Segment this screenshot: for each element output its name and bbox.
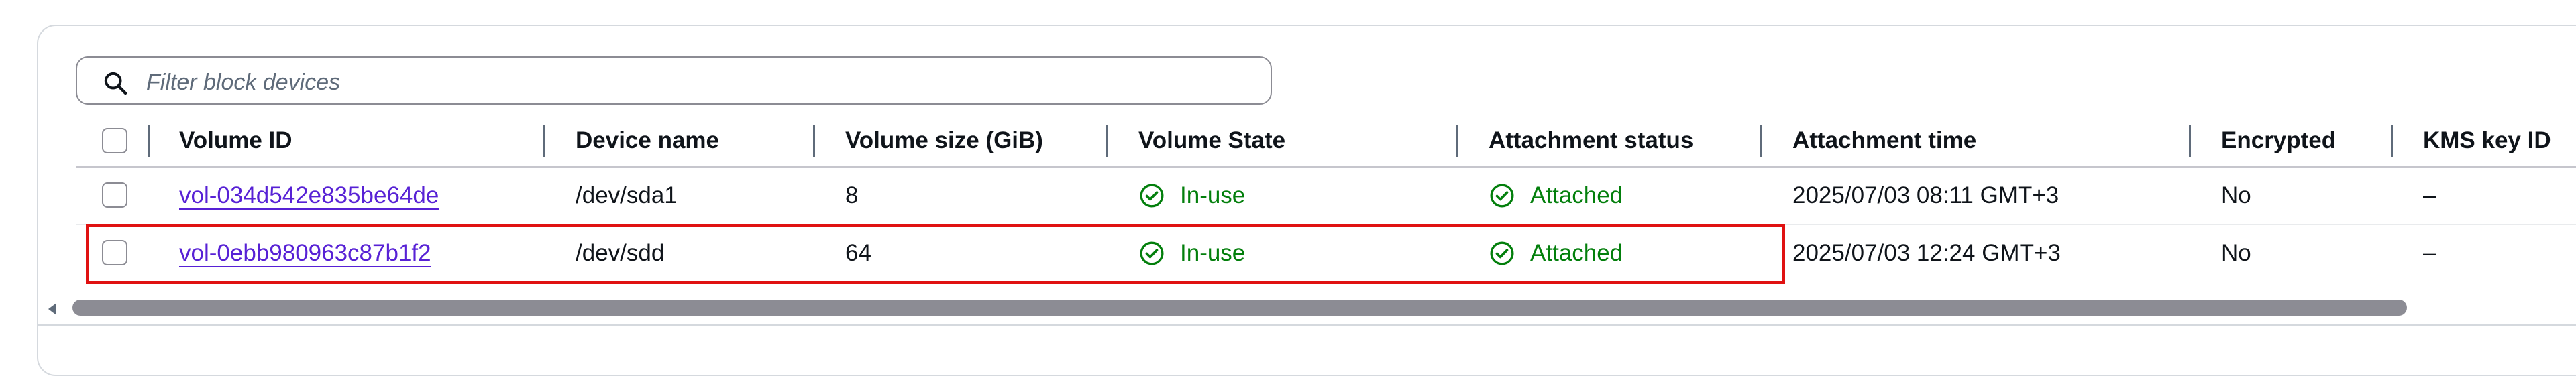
column-header-volume-size[interactable]: Volume size (GiB) bbox=[845, 115, 1043, 166]
table-row[interactable]: vol-034d542e835be64de /dev/sda1 8 In-use… bbox=[76, 168, 2576, 225]
encrypted-cell: No bbox=[2221, 182, 2251, 208]
volume-id-link[interactable]: vol-034d542e835be64de bbox=[179, 182, 439, 209]
column-divider[interactable] bbox=[813, 125, 815, 157]
check-circle-icon bbox=[1490, 184, 1514, 208]
highlighted-row-outline bbox=[86, 224, 1785, 284]
attachment-status: Attached bbox=[1489, 182, 1623, 209]
column-header-encrypted[interactable]: Encrypted bbox=[2221, 115, 2336, 166]
column-divider[interactable] bbox=[543, 125, 545, 157]
column-divider[interactable] bbox=[148, 125, 150, 157]
attachment-time-cell: 2025/07/03 08:11 GMT+3 bbox=[1792, 182, 2059, 208]
search-icon bbox=[104, 72, 127, 95]
column-header-device-name[interactable]: Device name bbox=[576, 115, 719, 166]
select-all-checkbox[interactable] bbox=[102, 128, 127, 153]
scroll-left-arrow-icon[interactable] bbox=[48, 303, 56, 315]
horizontal-scrollbar[interactable] bbox=[48, 299, 2576, 318]
filter-placeholder: Filter block devices bbox=[146, 70, 341, 95]
column-header-attachment-time[interactable]: Attachment time bbox=[1792, 115, 1976, 166]
scrollbar-thumb[interactable] bbox=[72, 300, 2407, 316]
column-header-volume-id[interactable]: Volume ID bbox=[179, 115, 292, 166]
kms-key-id-cell: – bbox=[2423, 182, 2436, 208]
column-divider[interactable] bbox=[1106, 125, 1108, 157]
volume-size-cell: 8 bbox=[845, 182, 859, 208]
check-circle-icon bbox=[1140, 184, 1164, 208]
column-divider[interactable] bbox=[1456, 125, 1458, 157]
column-divider[interactable] bbox=[1760, 125, 1762, 157]
volume-state-status: In-use bbox=[1138, 182, 1245, 209]
attachment-time-cell: 2025/07/03 12:24 GMT+3 bbox=[1792, 240, 2061, 266]
column-header-volume-state[interactable]: Volume State bbox=[1138, 115, 1285, 166]
volume-state-text: In-use bbox=[1180, 182, 1246, 208]
row-checkbox[interactable] bbox=[102, 182, 127, 208]
attachment-status-text: Attached bbox=[1530, 182, 1623, 208]
column-header-attachment-status[interactable]: Attachment status bbox=[1489, 115, 1693, 166]
column-divider[interactable] bbox=[2189, 125, 2191, 157]
kms-key-id-cell: – bbox=[2423, 240, 2436, 266]
divider bbox=[37, 324, 2576, 326]
device-name-cell: /dev/sda1 bbox=[576, 182, 678, 208]
column-divider[interactable] bbox=[2391, 125, 2393, 157]
column-header-kms-key-id[interactable]: KMS key ID bbox=[2423, 115, 2551, 166]
encrypted-cell: No bbox=[2221, 240, 2251, 266]
table-header: Volume ID Device name Volume size (GiB) … bbox=[76, 115, 2576, 168]
filter-block-devices-input[interactable]: Filter block devices bbox=[76, 56, 1272, 105]
